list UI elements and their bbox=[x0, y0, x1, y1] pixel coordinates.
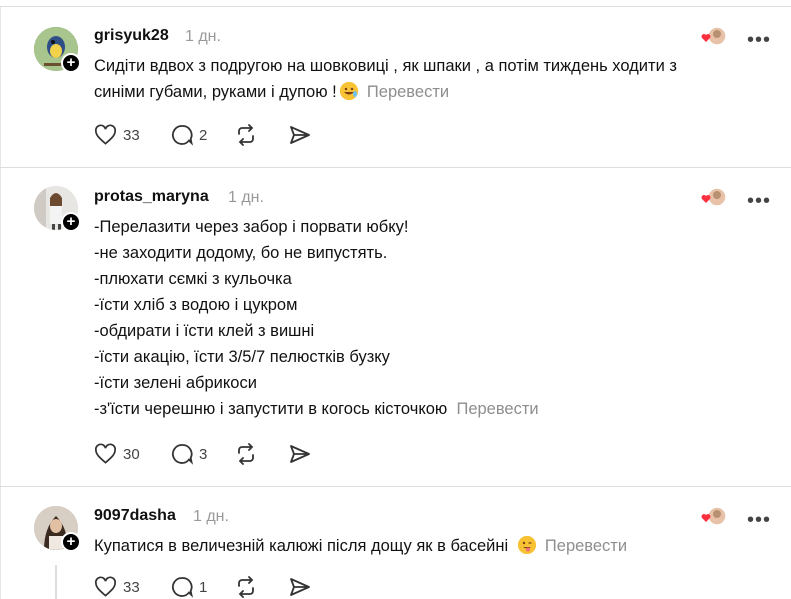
post-line: -не заходити додому, бо не випустять. bbox=[94, 244, 388, 262]
share-button[interactable] bbox=[289, 575, 311, 599]
post-line: Сидіти вдвох з подругою на шовковиці , я… bbox=[94, 57, 677, 75]
translate-link[interactable]: Перевести bbox=[545, 537, 627, 555]
share-button[interactable] bbox=[289, 442, 311, 466]
heart-icon bbox=[95, 576, 116, 597]
reply-button[interactable]: 1 bbox=[171, 575, 207, 599]
translate-link[interactable]: Перевести bbox=[367, 83, 449, 101]
send-icon bbox=[290, 578, 310, 596]
follow-button[interactable]: + bbox=[61, 532, 81, 552]
heart-icon bbox=[95, 124, 116, 145]
reply-count: 2 bbox=[199, 126, 208, 144]
comment-icon bbox=[171, 577, 193, 598]
reply-count: 3 bbox=[199, 445, 208, 463]
thread-feed: + grisyuk28 1 дн. ••• Сидіти вдвох з под… bbox=[0, 0, 791, 599]
repost-button[interactable] bbox=[235, 575, 257, 599]
post-actions: 30 3 bbox=[94, 442, 334, 466]
repost-button[interactable] bbox=[235, 123, 257, 147]
post-line-text: -з'їсти черешню і запустити в когось кіс… bbox=[94, 400, 448, 418]
comment-icon bbox=[171, 444, 193, 465]
repost-icon bbox=[238, 576, 254, 598]
follow-button[interactable]: + bbox=[61, 212, 81, 232]
post-line-text: синіми губами, руками і дупою ! bbox=[94, 83, 337, 101]
post-line: -їсти зелені абрикоси bbox=[94, 374, 257, 392]
more-icon[interactable]: ••• bbox=[747, 510, 771, 530]
reply-button[interactable]: 3 bbox=[171, 442, 207, 466]
post-line-text: Купатися в величезній калюжі після дощу … bbox=[94, 537, 509, 555]
send-icon bbox=[290, 126, 310, 144]
liked-avatar-icon bbox=[701, 25, 727, 47]
thread-line bbox=[55, 565, 57, 599]
timestamp: 1 дн. bbox=[185, 28, 221, 45]
like-button[interactable]: 33 bbox=[94, 575, 140, 599]
like-count: 33 bbox=[123, 578, 140, 596]
post: + grisyuk28 1 дн. ••• Сидіти вдвох з под… bbox=[0, 7, 791, 167]
more-icon[interactable]: ••• bbox=[747, 30, 771, 50]
send-icon bbox=[290, 445, 310, 463]
post: + protas_maryna 1 дн. ••• -Перелазити че… bbox=[0, 168, 791, 486]
timestamp: 1 дн. bbox=[228, 189, 264, 206]
post-line: синіми губами, руками і дупою ! Перевест… bbox=[94, 79, 784, 105]
username[interactable]: grisyuk28 bbox=[94, 27, 169, 45]
post-text: Купатися в величезній калюжі після дощу … bbox=[94, 533, 784, 559]
liked-avatar-icon bbox=[701, 505, 727, 527]
post-text: Сидіти вдвох з подругою на шовковиці , я… bbox=[94, 53, 784, 105]
post: + 9097dasha 1 дн. ••• Купатися в величез… bbox=[0, 487, 791, 599]
repost-icon bbox=[238, 443, 254, 465]
post-line: -Перелазити через забор і порвати юбку! bbox=[94, 218, 409, 236]
post-line: -їсти хліб з водою і цукром bbox=[94, 296, 298, 314]
like-button[interactable]: 33 bbox=[94, 123, 140, 147]
post-actions: 33 2 bbox=[94, 123, 334, 147]
post-line: -обдирати і їсти клей з вишні bbox=[94, 322, 315, 340]
comment-icon bbox=[171, 125, 193, 146]
like-count: 33 bbox=[123, 126, 140, 144]
liked-avatar-icon bbox=[701, 186, 727, 208]
more-icon[interactable]: ••• bbox=[747, 191, 771, 211]
translate-link[interactable]: Перевести bbox=[456, 400, 538, 418]
follow-button[interactable]: + bbox=[61, 53, 81, 73]
post-actions: 33 1 bbox=[94, 575, 334, 599]
username[interactable]: 9097dasha bbox=[94, 507, 176, 525]
winking-tongue-emoji bbox=[517, 536, 536, 554]
post-line: -їсти акацію, їсти 3/5/7 пелюстків бузку bbox=[94, 348, 390, 366]
share-button[interactable] bbox=[289, 123, 311, 147]
post-text: -Перелазити через забор і порвати юбку! … bbox=[94, 214, 784, 422]
rofl-emoji bbox=[339, 82, 358, 100]
reply-count: 1 bbox=[199, 578, 208, 596]
post-line: -з'їсти черешню і запустити в когось кіс… bbox=[94, 396, 784, 422]
repost-button[interactable] bbox=[235, 442, 257, 466]
like-button[interactable]: 30 bbox=[94, 442, 140, 466]
username[interactable]: protas_maryna bbox=[94, 188, 209, 206]
like-count: 30 bbox=[123, 445, 140, 463]
post-line: Купатися в величезній калюжі після дощу … bbox=[94, 533, 784, 559]
post-line: -плюхати сємкі з кульочка bbox=[94, 270, 292, 288]
timestamp: 1 дн. bbox=[193, 508, 229, 525]
heart-icon bbox=[95, 443, 116, 464]
repost-icon bbox=[238, 124, 254, 146]
reply-button[interactable]: 2 bbox=[171, 123, 207, 147]
